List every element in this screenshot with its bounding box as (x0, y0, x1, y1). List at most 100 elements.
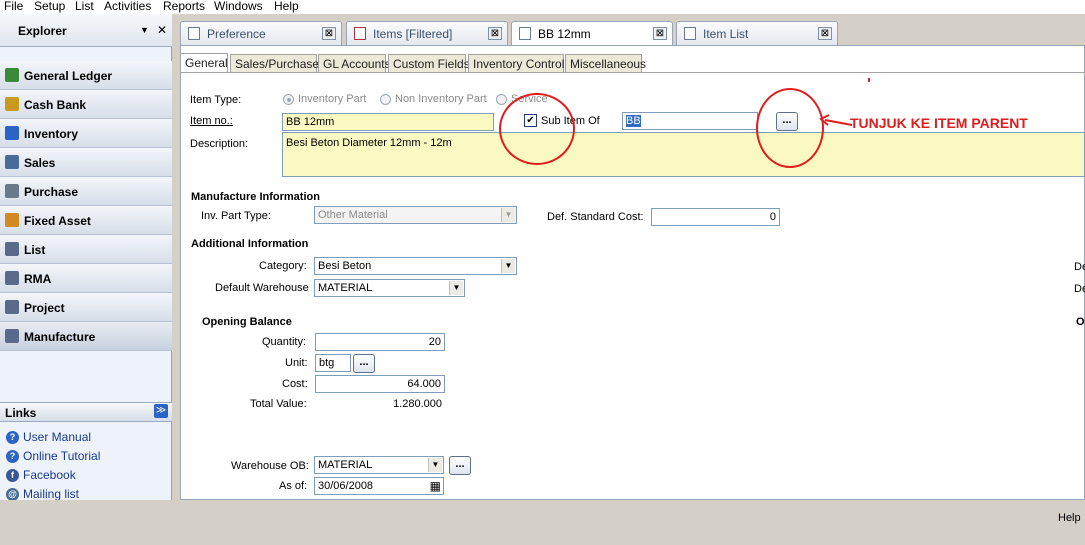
tab-preference[interactable]: Preference ⊠ (180, 21, 342, 45)
menu-bar: File Setup List Activities Reports Windo… (0, 0, 1085, 14)
menu-help[interactable]: Help (274, 0, 299, 13)
sidebar-item-list[interactable]: List (0, 235, 172, 264)
sidebar-item-purchase[interactable]: Purchase (0, 177, 172, 206)
link-label: Facebook (23, 468, 76, 482)
sidebar-item-label: List (24, 243, 46, 257)
radio-inventory-part[interactable] (283, 94, 294, 105)
calendar-icon[interactable]: ▦ (430, 479, 441, 493)
subtab-divider (180, 72, 1085, 73)
close-icon[interactable]: ⊠ (488, 27, 502, 40)
unit-input[interactable]: btg (315, 354, 351, 372)
as-of-date-value: 30/06/2008 (318, 480, 374, 492)
explorer-header: Explorer ▼ ✕ (0, 14, 172, 47)
tab-items-filtered[interactable]: Items [Filtered] ⊠ (346, 21, 508, 45)
sidebar-item-inventory[interactable]: Inventory (0, 119, 172, 148)
status-bar: Help (0, 500, 1085, 545)
annotation-label: TUNJUK KE ITEM PARENT (850, 115, 1028, 131)
close-icon[interactable]: ⊠ (322, 27, 336, 40)
radio-service[interactable] (496, 94, 507, 105)
def-standard-cost-input[interactable]: 0 (651, 208, 780, 226)
sub-item-input[interactable]: BB (622, 112, 758, 130)
explorer-close-icon[interactable]: ✕ (157, 23, 167, 37)
purchase-icon (5, 184, 19, 198)
project-icon (5, 300, 19, 314)
subtab-inventory-control[interactable]: Inventory Control (468, 54, 564, 72)
status-help[interactable]: Help (1058, 512, 1081, 524)
description-input[interactable]: Besi Beton Diameter 12mm - 12m (282, 132, 1085, 177)
house-icon (5, 213, 19, 227)
cash-icon (5, 97, 19, 111)
right-clipped-label-2: De (1074, 283, 1085, 295)
sidebar-item-manufacture[interactable]: Manufacture (0, 322, 172, 351)
category-label: Category: (259, 260, 307, 272)
sidebar-item-label: Inventory (24, 127, 79, 141)
links-collapse-icon[interactable]: ≫ (154, 404, 168, 418)
warehouse-ob-browse-button[interactable]: ... (449, 456, 471, 475)
opening-balance-title: Opening Balance (202, 316, 292, 328)
warehouse-ob-select[interactable]: MATERIAL ▼ (314, 456, 444, 474)
category-select[interactable]: Besi Beton ▼ (314, 257, 517, 275)
sidebar-item-cash-bank[interactable]: Cash Bank (0, 90, 172, 119)
chevron-down-icon[interactable]: ▼ (428, 458, 442, 472)
radio-non-inventory-part[interactable] (380, 94, 391, 105)
list-icon (684, 27, 696, 40)
manufacture-section-title: Manufacture Information (191, 191, 320, 203)
unit-browse-button[interactable]: ... (353, 354, 375, 373)
ledger-icon (5, 68, 19, 82)
link-facebook[interactable]: f Facebook (6, 467, 166, 484)
description-label: Description: (190, 138, 249, 150)
sidebar-item-label: Manufacture (24, 330, 96, 344)
subtab-sales-purchases[interactable]: Sales/Purchases (230, 54, 325, 72)
tab-item-list-label: Item List (703, 27, 749, 41)
right-clipped-label-1: De (1074, 261, 1085, 273)
sidebar-item-sales[interactable]: Sales (0, 148, 172, 177)
annotation-circle-sub-item (499, 93, 575, 165)
menu-file[interactable]: File (4, 0, 23, 13)
default-warehouse-select[interactable]: MATERIAL ▼ (314, 279, 465, 297)
menu-activities[interactable]: Activities (104, 0, 151, 13)
category-value: Besi Beton (318, 260, 372, 272)
sidebar-item-fixed-asset[interactable]: Fixed Asset (0, 206, 172, 235)
chevron-down-icon[interactable]: ▼ (449, 281, 463, 295)
radio-non-inventory-part-label: Non Inventory Part (395, 93, 487, 105)
tab-item-list[interactable]: Item List ⊠ (676, 21, 838, 45)
annotation-arrow-icon (819, 114, 853, 126)
as-of-date-input[interactable]: 30/06/2008 ▦ (314, 477, 444, 495)
right-clipped-label-3: O (1076, 316, 1085, 328)
inv-part-type-select[interactable]: Other Material ▼ (314, 206, 517, 224)
link-label: Online Tutorial (23, 449, 101, 463)
menu-list[interactable]: List (75, 0, 94, 13)
manufacture-icon (5, 329, 19, 343)
chevron-down-icon: ▼ (501, 208, 515, 222)
chevron-down-icon[interactable]: ▼ (501, 259, 515, 273)
sales-icon (5, 155, 19, 169)
list-icon (354, 27, 366, 40)
explorer-pin-icon[interactable]: ▼ (140, 25, 149, 35)
sidebar-item-rma[interactable]: RMA (0, 264, 172, 293)
sidebar-item-general-ledger[interactable]: General Ledger (0, 61, 172, 90)
quantity-input[interactable]: 20 (315, 333, 445, 351)
close-icon[interactable]: ⊠ (653, 27, 667, 40)
subtab-gl-accounts[interactable]: GL Accounts (318, 54, 391, 72)
item-no-input[interactable]: BB 12mm (282, 113, 494, 131)
subtab-general[interactable]: General (180, 53, 228, 73)
default-warehouse-label: Default Warehouse (215, 282, 309, 294)
menu-setup[interactable]: Setup (34, 0, 65, 13)
default-warehouse-value: MATERIAL (318, 282, 373, 294)
tab-items-filtered-label: Items [Filtered] (373, 27, 453, 41)
inv-part-type-value: Other Material (318, 209, 388, 221)
cost-label: Cost: (282, 378, 308, 390)
total-value-label: Total Value: (250, 398, 307, 410)
tab-bb-12mm[interactable]: BB 12mm ⊠ (511, 21, 673, 46)
subtab-custom-fields[interactable]: Custom Fields (388, 54, 470, 72)
close-icon[interactable]: ⊠ (818, 27, 832, 40)
sidebar-item-project[interactable]: Project (0, 293, 172, 322)
menu-windows[interactable]: Windows (214, 0, 263, 13)
cost-input[interactable]: 64.000 (315, 375, 445, 393)
menu-reports[interactable]: Reports (163, 0, 205, 13)
subtab-miscellaneous[interactable]: Miscellaneous (565, 54, 646, 72)
link-online-tutorial[interactable]: ? Online Tutorial (6, 448, 166, 465)
link-user-manual[interactable]: ? User Manual (6, 429, 166, 446)
warehouse-ob-value: MATERIAL (318, 459, 373, 471)
item-no-label: Item no.: (190, 115, 233, 127)
